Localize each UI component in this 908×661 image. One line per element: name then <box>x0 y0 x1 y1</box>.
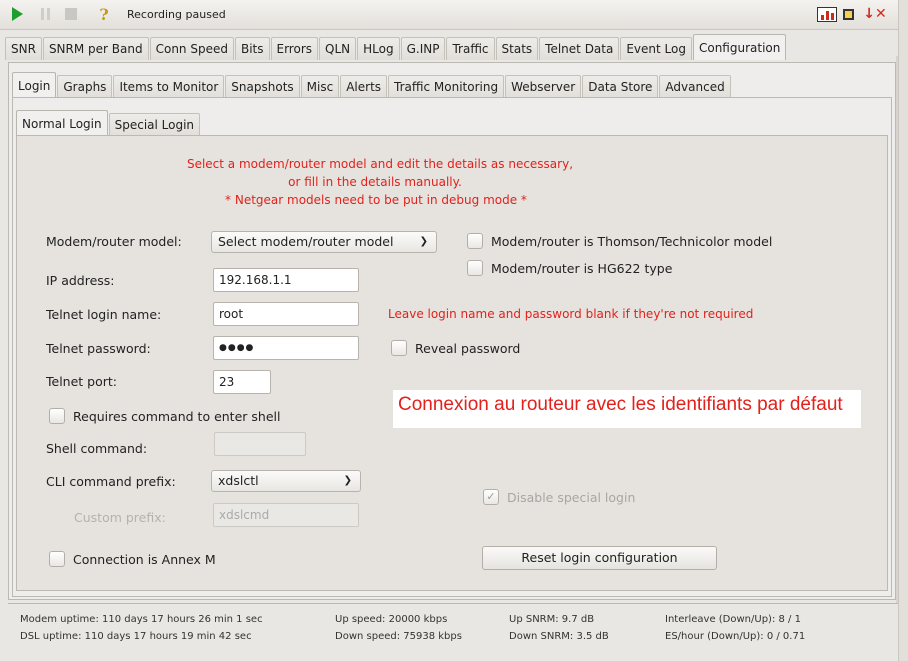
down-speed: Down speed: 75938 kbps <box>335 631 462 642</box>
instruction-line-2: or fill in the details manually. <box>288 175 462 189</box>
tab-advanced[interactable]: Advanced <box>659 75 731 98</box>
tab-snrm-per-band[interactable]: SNRM per Band <box>42 37 149 60</box>
password-input[interactable]: ●●●● <box>213 336 359 360</box>
reset-login-button[interactable]: Reset login configuration <box>482 546 717 570</box>
tab-traffic-monitoring[interactable]: Traffic Monitoring <box>388 75 505 98</box>
tab-items-to-monitor[interactable]: Items to Monitor <box>113 75 225 98</box>
tab-configuration[interactable]: Configuration <box>692 34 787 60</box>
tab-stats[interactable]: Stats <box>495 37 539 60</box>
tab-login[interactable]: Login <box>12 72 57 98</box>
up-speed: Up speed: 20000 kbps <box>335 614 448 625</box>
ip-address-input[interactable]: 192.168.1.1 <box>213 268 359 292</box>
login-tab-bar: Normal Login Special Login <box>16 110 201 136</box>
help-icon[interactable]: ? <box>96 5 112 24</box>
tab-telnet-data[interactable]: Telnet Data <box>539 37 620 60</box>
model-label: Modem/router model: <box>46 234 182 249</box>
recording-status: Recording paused <box>127 8 226 21</box>
cli-prefix-select[interactable]: xdslctl ❯ <box>211 470 361 492</box>
cli-prefix-label: CLI command prefix: <box>46 474 176 489</box>
tab-ginp[interactable]: G.INP <box>400 37 446 60</box>
es-per-hour: ES/hour (Down/Up): 0 / 0.71 <box>665 631 806 642</box>
pause-icon[interactable] <box>38 5 52 23</box>
disable-special-login-checkbox[interactable]: ✓ Disable special login <box>483 489 635 505</box>
login-hint: Leave login name and password blank if t… <box>388 307 754 321</box>
chart-window-icon[interactable] <box>816 5 838 23</box>
close-icon[interactable]: ↓✕ <box>863 5 886 23</box>
tab-bits[interactable]: Bits <box>234 37 270 60</box>
login-name-input[interactable]: root <box>213 302 359 326</box>
tab-event-log[interactable]: Event Log <box>620 37 692 60</box>
toolbar: ? Recording paused ↓✕ <box>0 0 908 30</box>
tab-alerts[interactable]: Alerts <box>340 75 388 98</box>
custom-prefix-input[interactable]: xdslcmd <box>213 503 359 527</box>
chevron-down-icon: ❯ <box>419 236 428 247</box>
thomson-checkbox[interactable]: Modem/router is Thomson/Technicolor mode… <box>467 233 772 249</box>
checkbox-box[interactable] <box>49 551 65 567</box>
tab-conn-speed[interactable]: Conn Speed <box>149 37 234 60</box>
tab-hlog[interactable]: HLog <box>357 37 400 60</box>
instruction-line-3: * Netgear models need to be put in debug… <box>225 193 527 207</box>
tab-webserver[interactable]: Webserver <box>505 75 582 98</box>
checkmark-icon[interactable]: ✓ <box>483 489 499 505</box>
tab-graphs[interactable]: Graphs <box>57 75 113 98</box>
interleave: Interleave (Down/Up): 8 / 1 <box>665 614 801 625</box>
reveal-password-checkbox[interactable]: Reveal password <box>391 340 520 356</box>
shell-command-input[interactable] <box>214 432 306 456</box>
down-snrm: Down SNRM: 3.5 dB <box>509 631 609 642</box>
port-input[interactable]: 23 <box>213 370 271 394</box>
tab-snr[interactable]: SNR <box>5 37 42 60</box>
tab-snapshots[interactable]: Snapshots <box>225 75 300 98</box>
play-icon[interactable] <box>10 5 24 23</box>
window-frame-bottom <box>0 650 898 661</box>
shell-command-label: Shell command: <box>46 441 148 456</box>
tab-special-login[interactable]: Special Login <box>108 113 201 136</box>
login-name-label: Telnet login name: <box>46 307 162 322</box>
port-label: Telnet port: <box>46 374 117 389</box>
chevron-down-icon: ❯ <box>343 475 352 486</box>
checkbox-box[interactable] <box>467 233 483 249</box>
annotation-text: Connexion au routeur avec les identifian… <box>393 390 861 428</box>
hg622-checkbox[interactable]: Modem/router is HG622 type <box>467 260 672 276</box>
checkbox-box[interactable] <box>49 408 65 424</box>
instruction-line-1: Select a modem/router model and edit the… <box>186 157 574 171</box>
up-snrm: Up SNRM: 9.7 dB <box>509 614 595 625</box>
requires-shell-checkbox[interactable]: Requires command to enter shell <box>49 408 280 424</box>
annex-m-checkbox[interactable]: Connection is Annex M <box>49 551 216 567</box>
status-bar: Modem uptime: 110 days 17 hours 26 min 1… <box>8 603 898 649</box>
checkbox-box[interactable] <box>391 340 407 356</box>
main-tab-bar: SNR SNRM per Band Conn Speed Bits Errors… <box>5 34 787 60</box>
custom-prefix-label: Custom prefix: <box>74 510 166 525</box>
ip-label: IP address: <box>46 273 115 288</box>
tab-misc[interactable]: Misc <box>300 75 340 98</box>
window-frame-right <box>898 0 908 661</box>
restore-window-icon[interactable] <box>841 5 855 23</box>
config-tab-bar: Login Graphs Items to Monitor Snapshots … <box>12 72 732 98</box>
tab-traffic[interactable]: Traffic <box>446 37 495 60</box>
modem-uptime: Modem uptime: 110 days 17 hours 26 min 1… <box>20 614 263 625</box>
tab-qln[interactable]: QLN <box>319 37 357 60</box>
stop-icon[interactable] <box>64 5 78 23</box>
dsl-uptime: DSL uptime: 110 days 17 hours 19 min 42 … <box>20 631 252 642</box>
password-label: Telnet password: <box>46 341 151 356</box>
tab-data-store[interactable]: Data Store <box>582 75 659 98</box>
tab-normal-login[interactable]: Normal Login <box>16 110 108 136</box>
model-select[interactable]: Select modem/router model ❯ <box>211 231 437 253</box>
tab-errors[interactable]: Errors <box>270 37 319 60</box>
checkbox-box[interactable] <box>467 260 483 276</box>
